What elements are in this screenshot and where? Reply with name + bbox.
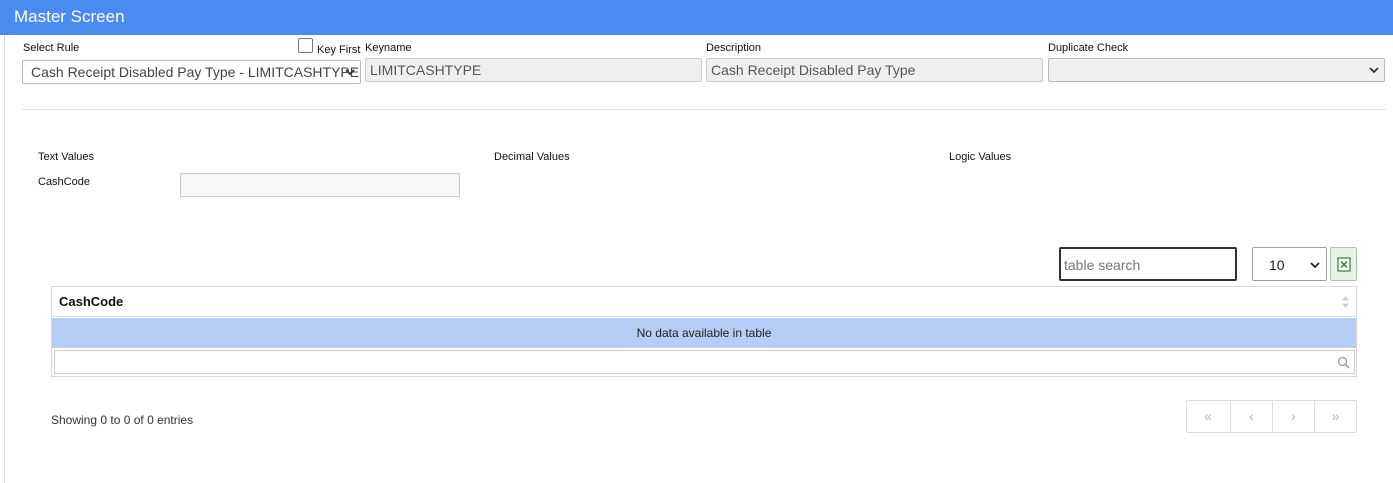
select-rule-dropdown[interactable]: Cash Receipt Disabled Pay Type - LIMITCA… — [22, 60, 361, 84]
text-values-heading: Text Values — [38, 151, 95, 163]
key-first-checkbox[interactable] — [298, 38, 313, 53]
description-label: Description — [706, 42, 762, 54]
data-table: CashCode No data available in table — [51, 286, 1357, 377]
cashcode-label: CashCode — [38, 176, 90, 188]
select-rule-value: Cash Receipt Disabled Pay Type - LIMITCA… — [31, 64, 360, 80]
chevron-down-icon — [1369, 67, 1379, 74]
column-filter-input[interactable] — [54, 350, 1355, 374]
excel-export-icon — [1337, 257, 1351, 272]
decimal-values-heading: Decimal Values — [494, 151, 570, 163]
page-size-select[interactable]: 10 — [1252, 247, 1327, 281]
key-first-label: Key First — [317, 44, 361, 56]
column-header-label: CashCode — [59, 294, 124, 309]
search-icon — [1337, 356, 1350, 369]
next-page-button[interactable]: › — [1272, 401, 1314, 432]
section-divider — [22, 109, 1386, 110]
description-value: Cash Receipt Disabled Pay Type — [711, 62, 916, 78]
table-search-input[interactable]: table search — [1059, 247, 1237, 281]
empty-table-message: No data available in table — [636, 326, 772, 340]
left-border — [4, 35, 5, 483]
table-header-cashcode[interactable]: CashCode — [52, 287, 1356, 317]
description-field[interactable]: Cash Receipt Disabled Pay Type — [706, 58, 1043, 82]
logic-values-heading: Logic Values — [949, 151, 1012, 163]
table-search-placeholder: table search — [1064, 257, 1141, 273]
duplicate-check-label: Duplicate Check — [1048, 42, 1129, 54]
table-row: No data available in table — [52, 318, 1356, 348]
duplicate-check-dropdown[interactable] — [1048, 58, 1385, 82]
title-bar: Master Screen — [0, 0, 1393, 35]
excel-export-button[interactable] — [1330, 247, 1357, 281]
window-title: Master Screen — [14, 7, 125, 26]
last-page-button[interactable]: » — [1314, 401, 1356, 432]
keyname-label: Keyname — [365, 42, 412, 54]
sort-icon — [1342, 296, 1349, 308]
chevron-down-icon — [1310, 262, 1320, 269]
table-info: Showing 0 to 0 of 0 entries — [51, 413, 194, 427]
previous-page-button[interactable]: ‹ — [1230, 401, 1272, 432]
page-size-value: 10 — [1269, 257, 1285, 273]
cashcode-input[interactable] — [180, 173, 460, 197]
keyname-value: LIMITCASHTYPE — [370, 62, 482, 78]
select-rule-label: Select Rule — [23, 42, 80, 54]
chevron-down-icon — [345, 69, 355, 76]
keyname-field[interactable]: LIMITCASHTYPE — [365, 58, 702, 82]
pagination: « ‹ › » — [1186, 400, 1357, 433]
first-page-button[interactable]: « — [1187, 401, 1229, 432]
